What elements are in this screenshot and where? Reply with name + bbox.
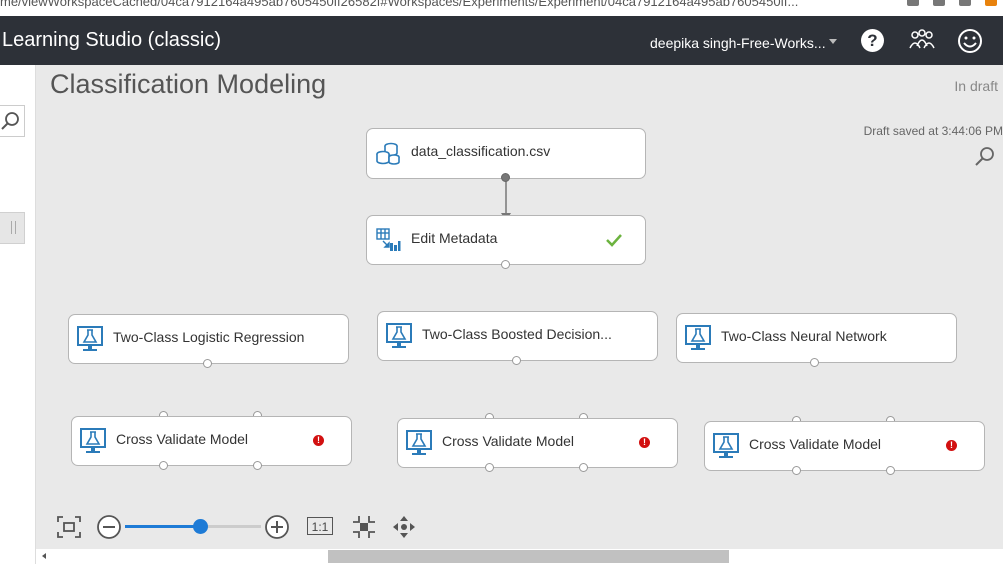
module-label: Cross Validate Model <box>116 431 249 447</box>
actual-size-button[interactable]: 1:1 <box>307 517 333 535</box>
edit-metadata-icon <box>376 228 401 251</box>
app-title[interactable]: Learning Studio (classic) <box>2 29 221 52</box>
error-icon[interactable]: ! <box>313 435 324 446</box>
output-port[interactable] <box>485 463 494 472</box>
module-two-class-logistic-regression[interactable]: Two-Class Logistic Regression <box>68 314 349 364</box>
pan-move-icon[interactable] <box>391 514 417 540</box>
dataset-icon <box>376 142 400 165</box>
canvas-toolbar: 1:1 <box>36 505 456 545</box>
scroll-left-arrow[interactable] <box>42 553 46 559</box>
scrollbar-thumb[interactable] <box>328 550 729 563</box>
zoom-to-selection-icon[interactable] <box>351 514 377 540</box>
extension-icon[interactable] <box>933 0 945 6</box>
search-icon <box>1 112 19 130</box>
module-cross-validate-1[interactable]: Cross Validate Model ! <box>71 416 352 466</box>
flask-monitor-icon <box>77 326 103 351</box>
module-label: Edit Metadata <box>411 230 498 246</box>
output-port[interactable] <box>159 461 168 470</box>
help-icon[interactable]: ? <box>861 29 884 52</box>
extension-icon[interactable] <box>959 0 971 6</box>
output-port[interactable] <box>792 466 801 475</box>
checkmark-icon <box>606 234 622 247</box>
palette-expand-handle[interactable] <box>0 212 25 244</box>
horizontal-scrollbar[interactable] <box>36 549 1003 564</box>
flask-monitor-icon <box>406 430 432 455</box>
browser-extension-icons <box>907 0 997 6</box>
community-icon[interactable] <box>909 29 935 51</box>
extension-orange-icon[interactable] <box>985 0 997 6</box>
output-port[interactable] <box>579 463 588 472</box>
error-icon[interactable]: ! <box>946 440 957 451</box>
bookmark-star-icon[interactable] <box>907 0 919 6</box>
output-port[interactable] <box>886 466 895 475</box>
output-port[interactable] <box>512 356 521 365</box>
module-label: Two-Class Boosted Decision... <box>422 326 612 342</box>
module-two-class-boosted-decision-tree[interactable]: Two-Class Boosted Decision... <box>377 311 658 361</box>
flask-monitor-icon <box>713 433 739 458</box>
app-header: Learning Studio (classic) deepika singh-… <box>0 16 1003 65</box>
fit-to-screen-icon[interactable] <box>56 514 82 540</box>
output-port[interactable] <box>501 173 510 182</box>
module-label: Two-Class Neural Network <box>721 328 887 344</box>
module-cross-validate-3[interactable]: Cross Validate Model ! <box>704 421 985 471</box>
zoom-slider-handle[interactable] <box>192 519 208 534</box>
output-port[interactable] <box>253 461 262 470</box>
module-edit-metadata[interactable]: Edit Metadata <box>366 215 646 265</box>
browser-address-bar[interactable]: me/viewWorkspaceCached/04ca7912164a495ab… <box>0 0 1003 16</box>
module-palette-collapsed <box>0 65 36 564</box>
feedback-smiley-icon[interactable] <box>957 28 983 54</box>
workspace-selector[interactable]: deepika singh-Free-Works... <box>650 35 826 51</box>
zoom-slider-fill <box>125 525 200 528</box>
output-port[interactable] <box>203 359 212 368</box>
browser-url[interactable]: me/viewWorkspaceCached/04ca7912164a495ab… <box>0 0 798 9</box>
zoom-out-icon[interactable] <box>96 514 122 540</box>
experiment-canvas[interactable]: Classification Modeling In draft Draft s… <box>36 65 1003 564</box>
module-dataset[interactable]: data_classification.csv <box>366 128 646 179</box>
module-label: Cross Validate Model <box>749 436 882 452</box>
error-icon[interactable]: ! <box>639 437 650 448</box>
module-two-class-neural-network[interactable]: Two-Class Neural Network <box>676 313 957 363</box>
chevron-down-icon[interactable] <box>829 39 837 44</box>
zoom-in-icon[interactable] <box>264 514 290 540</box>
module-label: Cross Validate Model <box>442 433 575 449</box>
module-cross-validate-2[interactable]: Cross Validate Model ! <box>397 418 678 468</box>
module-label: Two-Class Logistic Regression <box>113 329 305 345</box>
flask-monitor-icon <box>80 428 106 453</box>
flask-monitor-icon <box>685 325 711 350</box>
module-label: data_classification.csv <box>411 143 551 159</box>
palette-search-button[interactable] <box>0 105 25 137</box>
output-port[interactable] <box>810 358 819 367</box>
output-port[interactable] <box>501 260 510 269</box>
flask-monitor-icon <box>386 323 412 348</box>
